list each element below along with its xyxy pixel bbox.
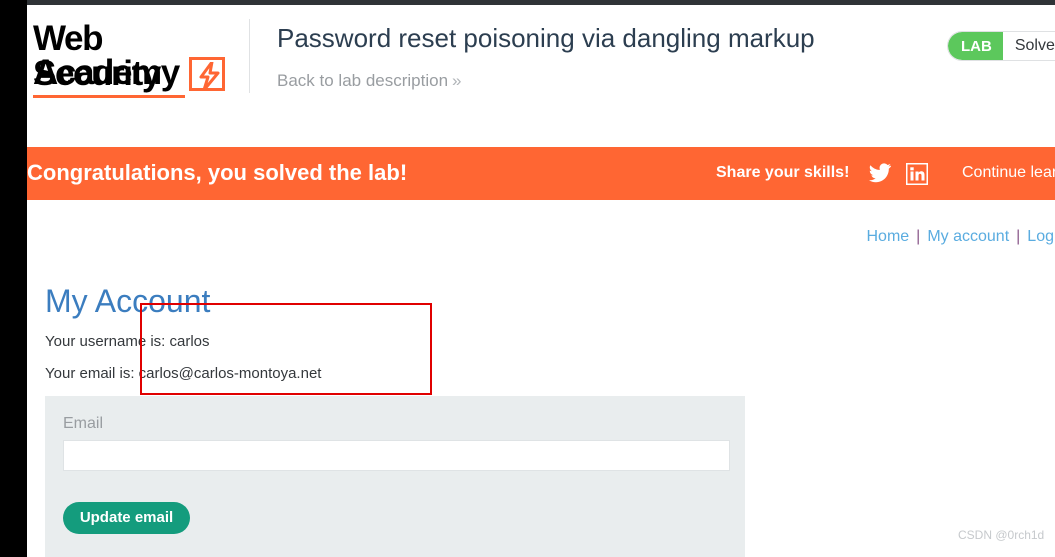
status-badge-tag: LAB (948, 32, 1003, 60)
lightning-bolt-icon (189, 57, 225, 91)
update-email-form: Email Update email (45, 396, 745, 557)
logo-underline (33, 95, 185, 98)
logo-line-2: Academy (33, 53, 180, 92)
web-security-academy-logo[interactable]: Web Security Academy (31, 19, 237, 98)
twitter-icon[interactable] (868, 163, 892, 185)
email-input[interactable] (63, 440, 730, 471)
email-field-label: Email (63, 415, 104, 432)
nav-link-home[interactable]: Home (866, 228, 909, 245)
watermark: CSDN @0rch1d (958, 528, 1045, 542)
update-email-button[interactable]: Update email (63, 502, 190, 534)
nav-link-logout[interactable]: Log (1027, 228, 1054, 245)
status-badge: LAB Solved (947, 31, 1055, 61)
nav-link-my-account[interactable]: My account (927, 228, 1009, 245)
account-nav: Home | My account | Log (866, 228, 1054, 246)
nav-separator-1: | (916, 228, 921, 245)
congratulations-banner: Congratulations, you solved the lab! Sha… (27, 147, 1055, 200)
back-link-label: Back to lab description (277, 71, 449, 90)
page-title: Password reset poisoning via dangling ma… (277, 23, 815, 53)
banner-title: Congratulations, you solved the lab! (27, 160, 408, 185)
nav-separator-2: | (1016, 228, 1021, 245)
share-your-skills-label: Share your skills! (716, 164, 850, 181)
red-annotation-rectangle (140, 303, 432, 395)
site-header: Web Security Academy Password reset pois… (27, 5, 1055, 117)
browser-top-strip (27, 0, 1055, 5)
continue-learning-link[interactable]: Continue lear (962, 164, 1055, 182)
status-badge-state: Solved (1002, 32, 1055, 60)
back-to-lab-description-link[interactable]: Back to lab description» (277, 71, 462, 91)
screenshot-root: Web Security Academy Password reset pois… (0, 0, 1055, 557)
header-divider (249, 19, 250, 93)
linkedin-icon[interactable] (905, 162, 929, 186)
chevron-right-double-icon: » (452, 71, 462, 90)
left-gutter (0, 0, 27, 557)
